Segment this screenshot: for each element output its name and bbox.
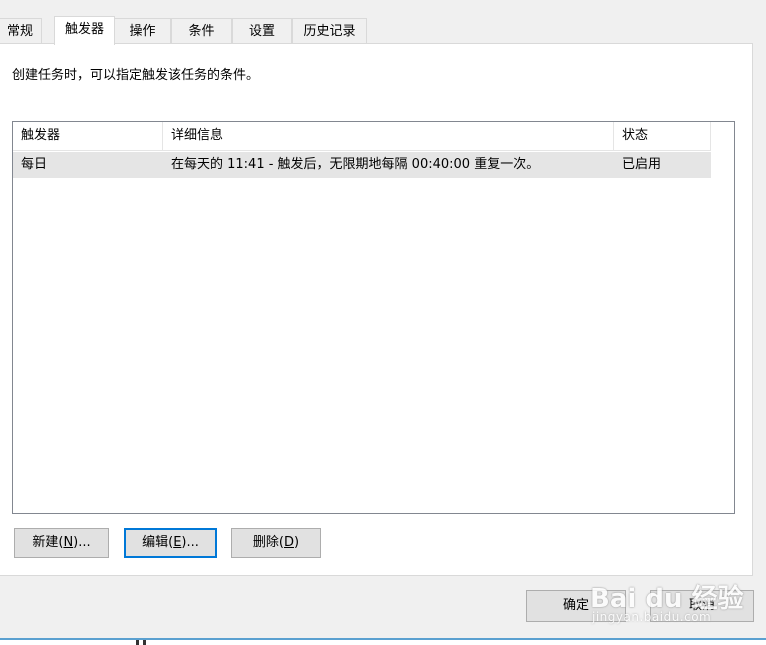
taskbar-divider-icon xyxy=(143,640,146,645)
task-properties-dialog: 常规 触发器 操作 条件 设置 历史记录 创建任务时，可以指定触发该任务的条件。… xyxy=(0,0,766,645)
column-header-status[interactable]: 状态 xyxy=(614,122,711,150)
edit-trigger-button[interactable]: 编辑(E)... xyxy=(124,528,217,558)
ok-button[interactable]: 确定 xyxy=(526,590,626,622)
edit-button-label: 编辑( xyxy=(142,535,174,550)
tab-general[interactable]: 常规 xyxy=(0,18,42,44)
new-button-accesskey: N xyxy=(63,535,74,550)
cell-status: 已启用 xyxy=(622,157,662,172)
new-button-label: 新建( xyxy=(32,535,64,550)
triggers-panel: 创建任务时，可以指定触发该任务的条件。 触发器 详细信息 状态 每日 在每天的 … xyxy=(0,43,753,576)
column-header-trigger[interactable]: 触发器 xyxy=(13,122,163,150)
delete-button-label: 删除( xyxy=(252,535,284,550)
tab-settings[interactable]: 设置 xyxy=(232,18,292,44)
delete-button-suffix: ) xyxy=(294,535,300,550)
new-trigger-button[interactable]: 新建(N)... xyxy=(14,528,109,558)
new-button-suffix: )... xyxy=(73,535,91,550)
tab-actions[interactable]: 操作 xyxy=(114,18,171,44)
panel-description: 创建任务时，可以指定触发该任务的条件。 xyxy=(12,68,260,83)
tab-conditions[interactable]: 条件 xyxy=(171,18,232,44)
list-header: 触发器 详细信息 状态 xyxy=(13,122,711,151)
triggers-list[interactable]: 触发器 详细信息 状态 每日 在每天的 11:41 - 触发后，无限期地每隔 0… xyxy=(12,121,735,514)
taskbar-divider-icon xyxy=(136,640,139,645)
taskbar-edge xyxy=(0,638,766,645)
tab-bar: 常规 触发器 操作 条件 设置 历史记录 xyxy=(0,16,766,45)
tab-triggers[interactable]: 触发器 xyxy=(54,16,115,45)
cell-trigger: 每日 xyxy=(21,157,48,172)
column-header-details[interactable]: 详细信息 xyxy=(163,122,614,150)
delete-button-accesskey: D xyxy=(283,535,294,550)
edit-button-suffix: )... xyxy=(181,535,199,550)
cell-details: 在每天的 11:41 - 触发后，无限期地每隔 00:40:00 重复一次。 xyxy=(171,157,540,172)
delete-trigger-button[interactable]: 删除(D) xyxy=(231,528,321,558)
cancel-button[interactable]: 取消 xyxy=(650,590,754,622)
tab-history[interactable]: 历史记录 xyxy=(292,18,367,44)
table-row[interactable]: 每日 在每天的 11:41 - 触发后，无限期地每隔 00:40:00 重复一次… xyxy=(13,152,711,178)
